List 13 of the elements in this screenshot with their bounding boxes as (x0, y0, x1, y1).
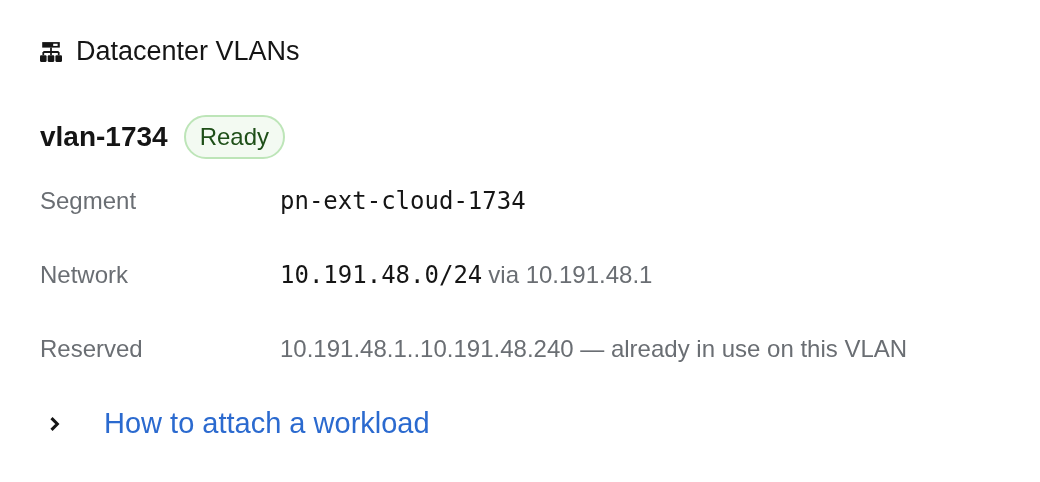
detail-label: Reserved (40, 335, 144, 363)
section-title: Datacenter VLANs (76, 36, 300, 67)
status-label: Ready (183, 115, 285, 159)
chevron-icon[interactable] (48, 416, 62, 431)
detail-label: Segment (40, 187, 138, 215)
expander-link[interactable]: How to attach a workload (104, 407, 430, 440)
detail-label: Network (40, 261, 130, 289)
detail-value: via 10.191.48.1 (488, 261, 653, 289)
network-icon (40, 41, 62, 62)
detail-value: pn-ext-cloud-1734 (280, 187, 526, 215)
detail-value: 10.191.48.0/24 (280, 261, 483, 289)
detail-value: 10.191.48.1..10.191.48.240 — already in use on this VLAN (280, 335, 908, 363)
vlan-name: vlan-1734 (40, 121, 168, 153)
